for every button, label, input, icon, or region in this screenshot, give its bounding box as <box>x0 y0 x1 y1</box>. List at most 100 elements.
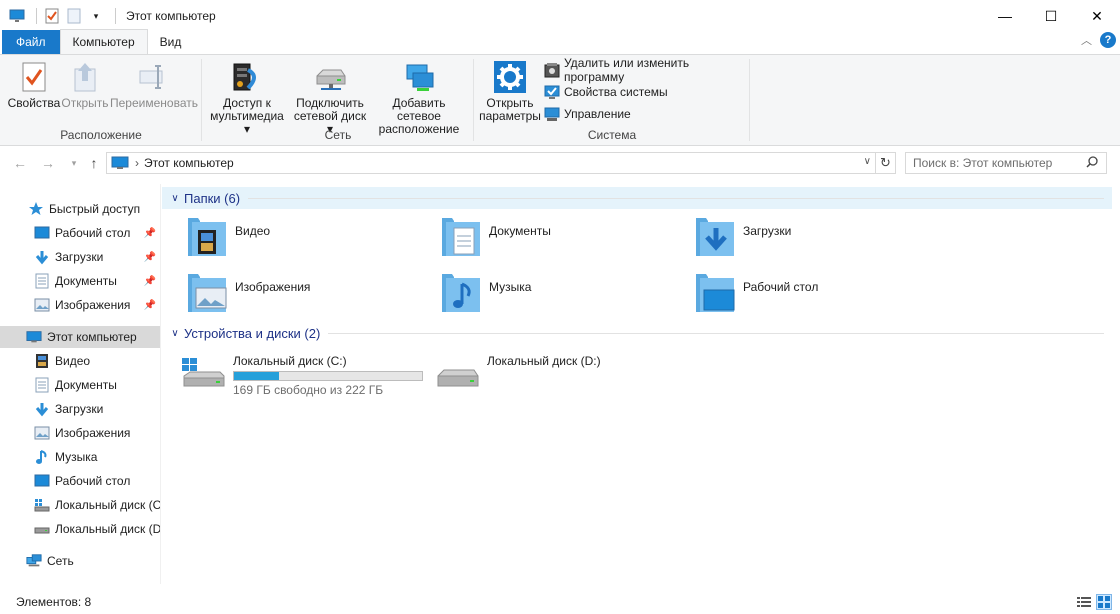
properties-button[interactable]: Свойства <box>6 59 62 110</box>
pin-icon[interactable]: 📌 <box>144 228 156 239</box>
customize-qa-dropdown-icon[interactable]: ▾ <box>87 7 105 25</box>
nav-pc-item[interactable]: Локальный диск (C:) <box>0 494 160 516</box>
add-location-label-1: Добавить сетевое <box>392 96 446 123</box>
tab-file[interactable]: Файл <box>2 30 60 54</box>
group-network: Доступ к мультимедиа ▾ Подключить сетево… <box>202 55 474 145</box>
pin-icon[interactable]: 📌 <box>144 300 156 311</box>
recent-locations-chevron-icon[interactable]: ▾ <box>64 153 84 173</box>
window-controls: — ☐ ✕ <box>982 0 1120 32</box>
add-network-location-button[interactable]: Добавить сетевое расположение <box>370 59 468 136</box>
network-icon <box>26 553 42 569</box>
uninstall-program-button[interactable]: Удалить или изменить программу <box>544 56 750 84</box>
nav-pc-item[interactable]: Изображения <box>0 422 160 444</box>
collapse-ribbon-icon[interactable]: ︿ <box>1081 32 1092 48</box>
drive-icon <box>434 348 482 392</box>
drive-label: Локальный диск (C:) <box>233 354 347 368</box>
folder-tile[interactable]: Документы <box>440 214 551 258</box>
forward-arrow-icon[interactable]: → <box>38 153 58 173</box>
drive-info: Локальный диск (D:) <box>487 348 601 368</box>
rename-label: Переименовать <box>110 96 198 110</box>
nav-network[interactable]: Сеть <box>0 550 160 572</box>
uninstall-icon <box>544 62 560 78</box>
drive-c-icon <box>180 348 228 392</box>
view-switcher <box>1076 594 1112 610</box>
nav-this-pc-label: Этот компьютер <box>47 330 137 344</box>
nav-quick-item[interactable]: Загрузки 📌 <box>0 246 160 268</box>
manage-button[interactable]: Управление <box>544 104 631 124</box>
open-settings-button[interactable]: Открыть параметры <box>478 59 542 123</box>
help-icon[interactable]: ? <box>1100 32 1116 48</box>
nav-pc-item-label: Музыка <box>55 450 98 464</box>
back-arrow-icon[interactable]: ← <box>10 153 30 173</box>
network-drive-icon <box>292 59 368 95</box>
nav-quick-access[interactable]: Быстрый доступ <box>0 198 160 220</box>
folder-tile[interactable]: Музыка <box>440 270 531 314</box>
maximize-button[interactable]: ☐ <box>1028 0 1074 32</box>
chevron-down-icon[interactable]: ∨ <box>166 193 184 204</box>
tiles-view-icon[interactable] <box>1096 594 1112 610</box>
group-divider <box>749 59 750 141</box>
breadcrumb-separator[interactable]: › <box>135 156 139 170</box>
nav-pc-item[interactable]: Загрузки <box>0 398 160 420</box>
folder-tile[interactable]: Рабочий стол <box>694 270 818 314</box>
drives-group-header[interactable]: ∨ Устройства и диски (2) <box>162 322 1112 344</box>
folder-label: Документы <box>489 224 551 238</box>
documents-folder-icon <box>440 214 484 258</box>
rename-button[interactable]: Переименовать <box>110 59 198 110</box>
media-server-icon <box>206 59 288 95</box>
folder-tile[interactable]: Видео <box>186 214 270 258</box>
toolbar-divider <box>115 8 116 24</box>
open-button[interactable]: Открыть <box>60 59 110 110</box>
computer-icon <box>8 7 26 25</box>
close-button[interactable]: ✕ <box>1074 0 1120 32</box>
media-access-button[interactable]: Доступ к мультимедиа ▾ <box>206 59 288 136</box>
nav-quick-item[interactable]: Изображения 📌 <box>0 294 160 316</box>
folder-label: Загрузки <box>743 224 792 238</box>
system-properties-button[interactable]: Свойства системы <box>544 82 668 102</box>
folder-tile[interactable]: Загрузки <box>694 214 791 258</box>
pane-splitter[interactable] <box>160 184 161 584</box>
details-view-icon[interactable] <box>1076 594 1092 610</box>
pin-icon[interactable]: 📌 <box>144 252 156 263</box>
nav-this-pc[interactable]: Этот компьютер <box>0 326 160 348</box>
nav-pc-item-label: Изображения <box>55 426 131 440</box>
nav-pc-item[interactable]: Рабочий стол <box>0 470 160 492</box>
nav-pc-item-label: Видео <box>55 354 91 368</box>
up-arrow-icon[interactable]: ↑ <box>84 153 104 173</box>
folder-tile[interactable]: Изображения <box>186 270 310 314</box>
drive-tile[interactable]: Локальный диск (D:) <box>434 348 601 392</box>
address-history-chevron-icon[interactable]: ∨ <box>864 156 871 167</box>
nav-pc-item-label: Загрузки <box>55 402 104 416</box>
nav-quick-item[interactable]: Рабочий стол 📌 <box>0 222 160 244</box>
folders-group-header[interactable]: ∨ Папки (6) <box>162 187 1112 209</box>
breadcrumb-this-pc[interactable]: Этот компьютер <box>144 156 234 170</box>
refresh-icon[interactable]: ↻ <box>875 153 895 173</box>
nav-pc-item[interactable]: Видео <box>0 350 160 372</box>
minimize-button[interactable]: — <box>982 0 1028 32</box>
navigation-pane: Быстрый доступ Рабочий стол 📌 Загрузки 📌… <box>0 184 160 584</box>
navigation-row: ← → ▾ ↑ › Этот компьютер ∨ ↻ Поиск в: Эт… <box>0 150 1120 176</box>
tab-view[interactable]: Вид <box>148 30 194 54</box>
group-system: Открыть параметры Удалить или изменить п… <box>474 55 750 145</box>
content-area: ∨ Папки (6) Видео Документы Загрузки Изо… <box>162 184 1120 584</box>
documents-icon <box>34 377 50 393</box>
search-input[interactable]: Поиск в: Этот компьютер <box>905 152 1107 174</box>
map-drive-button[interactable]: Подключить сетевой диск ▾ <box>292 59 368 136</box>
drive-tile[interactable]: Локальный диск (C:) 169 ГБ свободно из 2… <box>180 348 423 397</box>
properties-qa-icon[interactable] <box>43 7 61 25</box>
new-folder-qa-icon[interactable] <box>65 7 83 25</box>
nav-pc-item[interactable]: Документы <box>0 374 160 396</box>
desktop-icon <box>34 473 50 489</box>
tab-computer[interactable]: Компьютер <box>59 29 148 54</box>
chevron-down-icon[interactable]: ∨ <box>166 328 184 339</box>
nav-quick-item[interactable]: Документы 📌 <box>0 270 160 292</box>
pin-icon[interactable]: 📌 <box>144 276 156 287</box>
pictures-icon <box>34 425 50 441</box>
search-icon <box>1086 156 1098 171</box>
network-location-icon <box>370 59 468 95</box>
drive-c-icon <box>34 497 50 513</box>
address-bar[interactable]: › Этот компьютер ∨ ↻ <box>106 152 896 174</box>
nav-pc-item[interactable]: Музыка <box>0 446 160 468</box>
nav-pc-item[interactable]: Локальный диск (D:) <box>0 518 160 540</box>
properties-icon <box>6 59 62 95</box>
